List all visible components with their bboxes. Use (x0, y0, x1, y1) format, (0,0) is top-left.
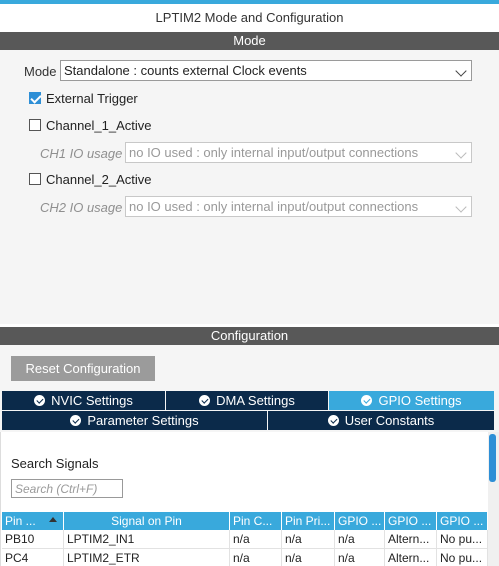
mode-select-value: Standalone : counts external Clock event… (64, 63, 307, 78)
tab-gpio-settings[interactable]: GPIO Settings (329, 391, 494, 410)
column-header-gpio-2[interactable]: GPIO ... (385, 512, 437, 530)
table-cell[interactable]: Altern... (385, 530, 437, 549)
table-cell[interactable]: Altern... (385, 549, 437, 566)
tab-label: NVIC Settings (51, 393, 133, 408)
table-cell[interactable]: LPTIM2_ETR (64, 549, 230, 566)
search-signals-title: Search Signals (11, 456, 99, 471)
external-trigger-checkbox[interactable] (29, 92, 41, 104)
column-header-gpio-3[interactable]: GPIO ... (437, 512, 488, 530)
configuration-section-header: Configuration (0, 327, 499, 345)
tab-nvic-settings[interactable]: NVIC Settings (2, 391, 165, 410)
sort-ascending-icon (49, 517, 57, 522)
column-header-signal[interactable]: Signal on Pin (64, 512, 230, 530)
table-cell[interactable]: LPTIM2_IN1 (64, 530, 230, 549)
tab-label: User Constants (344, 413, 435, 428)
table-cell[interactable]: n/a (230, 530, 282, 549)
table-cell[interactable]: No pu... (437, 530, 488, 549)
column-header-gpio-1[interactable]: GPIO ... (335, 512, 385, 530)
column-header-pin[interactable]: Pin ... (2, 512, 64, 530)
check-circle-icon (34, 395, 46, 406)
column-header-pin-context[interactable]: Pin C... (230, 512, 282, 530)
scrollbar-thumb[interactable] (489, 434, 496, 482)
chevron-down-icon (455, 201, 467, 213)
table-cell[interactable]: n/a (335, 530, 385, 549)
column-header-pin-privilege[interactable]: Pin Pri... (282, 512, 335, 530)
reset-configuration-button[interactable]: Reset Configuration (11, 356, 155, 381)
chevron-down-icon (455, 147, 467, 159)
tab-parameter-settings[interactable]: Parameter Settings (2, 411, 267, 430)
mode-section-header: Mode (0, 32, 499, 50)
table-cell[interactable]: No pu... (437, 549, 488, 566)
ch1-io-usage-label: CH1 IO usage (40, 146, 123, 161)
table-cell[interactable]: PC4 (2, 549, 64, 566)
tab-dma-settings[interactable]: DMA Settings (166, 391, 328, 410)
channel1-active-label: Channel_1_Active (46, 118, 152, 133)
tab-label: DMA Settings (216, 393, 295, 408)
ch1-io-usage-value: no IO used : only internal input/output … (129, 145, 419, 160)
ch2-io-usage-value: no IO used : only internal input/output … (129, 199, 419, 214)
table-cell[interactable]: n/a (282, 530, 335, 549)
table-cell[interactable]: n/a (282, 549, 335, 566)
mode-label: Mode (24, 64, 57, 79)
check-circle-icon (199, 395, 211, 406)
window-title: LPTIM2 Mode and Configuration (0, 4, 499, 32)
channel1-active-checkbox[interactable] (29, 119, 41, 131)
check-circle-icon (361, 395, 373, 406)
ch2-io-usage-select[interactable]: no IO used : only internal input/output … (125, 196, 472, 217)
ch1-io-usage-select[interactable]: no IO used : only internal input/output … (125, 142, 472, 163)
column-header-label: Pin ... (5, 514, 36, 528)
tab-label: GPIO Settings (378, 393, 462, 408)
ch2-io-usage-label: CH2 IO usage (40, 200, 123, 215)
channel2-active-label: Channel_2_Active (46, 172, 152, 187)
search-signals-input[interactable] (11, 479, 123, 498)
external-trigger-label: External Trigger (46, 91, 138, 106)
table-cell[interactable]: PB10 (2, 530, 64, 549)
tab-label: Parameter Settings (87, 413, 199, 428)
check-circle-icon (70, 415, 82, 426)
table-cell[interactable]: n/a (335, 549, 385, 566)
check-circle-icon (327, 415, 339, 426)
table-cell[interactable]: n/a (230, 549, 282, 566)
tab-user-constants[interactable]: User Constants (268, 411, 494, 430)
mode-select[interactable]: Standalone : counts external Clock event… (60, 60, 472, 81)
chevron-down-icon (455, 65, 467, 77)
channel2-active-checkbox[interactable] (29, 173, 41, 185)
